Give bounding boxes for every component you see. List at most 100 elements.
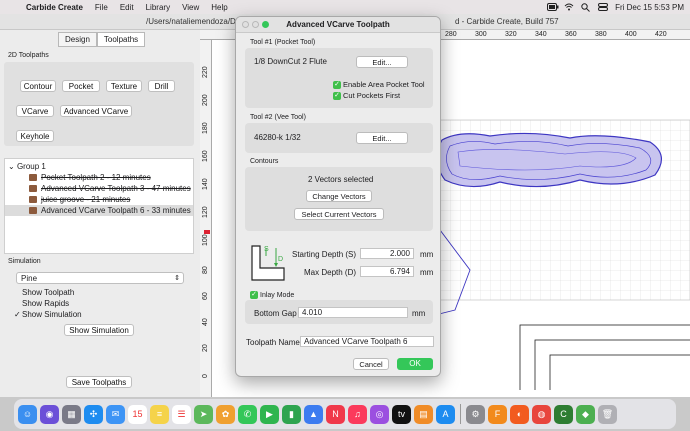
tree-group-label: Group 1 [16, 162, 46, 171]
pocket-button[interactable]: Pocket [62, 80, 100, 92]
vcarve-button[interactable]: VCarve [16, 105, 54, 117]
mail-icon[interactable]: ✉ [106, 404, 125, 424]
select-current-vectors-button[interactable]: Select Current Vectors [294, 208, 384, 220]
tree-item-selected[interactable]: Advanced VCarve Toolpath 6 - 33 minutes [5, 205, 193, 216]
reminders-icon[interactable]: ☰ [172, 404, 191, 424]
battery-icon[interactable] [547, 3, 559, 11]
carbide-motion-icon[interactable]: C [554, 404, 573, 424]
ruler-tick: 160 [202, 150, 209, 162]
material-value: Pine [21, 274, 38, 283]
siri-icon[interactable]: ◉ [40, 404, 59, 424]
material-select[interactable]: Pine ⇕ [16, 272, 184, 284]
toolpath-icon [29, 196, 37, 204]
carbide-create-icon[interactable]: F [488, 404, 507, 424]
tree-group-row[interactable]: ⌄ Group 1 [8, 161, 46, 172]
tree-item[interactable]: Pocket Toolpath 2 - 12 minutes [29, 172, 151, 183]
news-icon[interactable]: N [326, 404, 345, 424]
chevron-down-icon[interactable]: ⌄ [8, 162, 15, 171]
tree-item[interactable]: juice groove - 21 minutes [29, 194, 130, 205]
bottom-gap-label: Bottom Gap [254, 309, 297, 318]
launchpad-icon[interactable]: ▦ [62, 404, 81, 424]
save-toolpaths-button[interactable]: Save Toolpaths [66, 376, 132, 388]
bottom-gap-input[interactable]: 4.010 [298, 307, 408, 318]
menu-help[interactable]: Help [205, 3, 233, 12]
toolpath-icon [29, 207, 37, 215]
checkbox-checked-icon[interactable]: ✓ [250, 291, 258, 299]
finder-icon[interactable]: ☺ [18, 404, 37, 424]
stock-outline [519, 324, 690, 390]
max-depth-input[interactable]: 6.794 [360, 266, 414, 277]
enable-area-pocket-check[interactable]: ✓ Enable Area Pocket Tool [333, 80, 425, 90]
carbide-copper-icon[interactable]: ◆ [576, 404, 595, 424]
checkbox-checked-icon[interactable]: ✓ [333, 92, 341, 101]
show-rapids-check[interactable]: Show Rapids [14, 299, 69, 308]
books-icon[interactable]: ▤ [414, 404, 433, 424]
keyhole-button[interactable]: Keyhole [16, 130, 54, 142]
texture-button[interactable]: Texture [106, 80, 142, 92]
cut-pockets-first-label: Cut Pockets First [343, 91, 401, 100]
minimize-button[interactable] [252, 21, 259, 28]
tv-icon[interactable]: tv [392, 404, 411, 424]
tab-toolpaths[interactable]: Toolpaths [96, 32, 146, 47]
messages-icon[interactable]: ✆ [238, 404, 257, 424]
design-preview[interactable] [400, 100, 690, 390]
music-icon[interactable]: ♫ [348, 404, 367, 424]
facetime-icon[interactable]: ▶ [260, 404, 279, 424]
zoom-button[interactable] [262, 21, 269, 28]
checkbox-checked-icon[interactable]: ✓ [333, 81, 341, 90]
cancel-button[interactable]: Cancel [353, 358, 389, 370]
change-vectors-button[interactable]: Change Vectors [306, 190, 372, 202]
tool2-section-label: Tool #2 (Vee Tool) [250, 114, 306, 121]
safari-icon[interactable]: ✣ [84, 404, 103, 424]
control-center-icon[interactable] [598, 3, 609, 11]
left-panel: Design Toolpaths 2D Toolpaths Contour Po… [0, 30, 200, 397]
starting-depth-input[interactable]: 2.000 [360, 248, 414, 259]
calendar-icon[interactable]: 15 [128, 404, 147, 424]
inlay-mode-check[interactable]: ✓ Inlay Mode [250, 291, 294, 299]
chrome-icon[interactable]: ◍ [532, 404, 551, 424]
system-settings-icon[interactable]: ⚙ [466, 404, 485, 424]
photos-icon[interactable]: ✿ [216, 404, 235, 424]
window-title-left: /Users/nataliemendoza/D [146, 17, 236, 26]
ruler-tick: 200 [202, 94, 209, 106]
cut-pockets-first-check[interactable]: ✓ Cut Pockets First [333, 91, 401, 101]
notes-icon[interactable]: ≡ [150, 404, 169, 424]
show-simulation-check[interactable]: ✓Show Simulation [14, 310, 82, 319]
ruler-tick: 80 [202, 266, 209, 274]
dock: ☺ ◉ ▦ ✣ ✉ 15 ≡ ☰ ➤ ✿ ✆ ▶ ▮ ▲ N ♫ ◎ tv ▤ A ⚙ F ◐ ◍ C ◆ 🗑 [14, 399, 676, 429]
advanced-vcarve-button[interactable]: Advanced VCarve [60, 105, 132, 117]
menubar-clock[interactable]: Fri Dec 15 5:53 PM [615, 3, 684, 12]
app-store-icon[interactable]: A [436, 404, 455, 424]
toolpath-name-input[interactable]: Advanced VCarve Toolpath 6 [300, 336, 434, 347]
max-depth-label: Max Depth (D) [304, 268, 357, 277]
trash-icon[interactable]: 🗑 [598, 404, 617, 424]
show-simulation-button[interactable]: Show Simulation [64, 324, 134, 336]
menu-app-name[interactable]: Carbide Create [20, 3, 89, 12]
tool1-name: 1/8 DownCut 2 Flute [254, 57, 327, 66]
keynote-icon[interactable]: ▲ [304, 404, 323, 424]
firefox-icon[interactable]: ◐ [510, 404, 529, 424]
maps-icon[interactable]: ➤ [194, 404, 213, 424]
ok-button[interactable]: OK [397, 358, 433, 370]
podcasts-icon[interactable]: ◎ [370, 404, 389, 424]
tree-item[interactable]: Advanced VCarve Toolpath 3 - 47 minutes [29, 183, 191, 194]
close-button[interactable] [242, 21, 249, 28]
tab-design[interactable]: Design [58, 32, 97, 47]
checkmark-icon[interactable]: ✓ [14, 310, 22, 319]
tree-item-label: Pocket Toolpath 2 - 12 minutes [41, 173, 151, 182]
search-icon[interactable] [581, 3, 591, 12]
menu-edit[interactable]: Edit [114, 3, 140, 12]
menu-file[interactable]: File [89, 3, 114, 12]
numbers-icon[interactable]: ▮ [282, 404, 301, 424]
menu-view[interactable]: View [176, 3, 205, 12]
show-toolpath-label: Show Toolpath [22, 288, 75, 297]
toolpath-name-label: Toolpath Name [246, 338, 300, 347]
tool2-edit-button[interactable]: Edit... [356, 132, 408, 144]
tool1-edit-button[interactable]: Edit... [356, 56, 408, 68]
show-toolpath-check[interactable]: Show Toolpath [14, 288, 74, 297]
tree-item-label: Advanced VCarve Toolpath 3 - 47 minutes [41, 184, 191, 193]
drill-button[interactable]: Drill [148, 80, 175, 92]
wifi-icon[interactable] [564, 3, 574, 11]
menu-library[interactable]: Library [140, 3, 176, 12]
contour-button[interactable]: Contour [20, 80, 56, 92]
